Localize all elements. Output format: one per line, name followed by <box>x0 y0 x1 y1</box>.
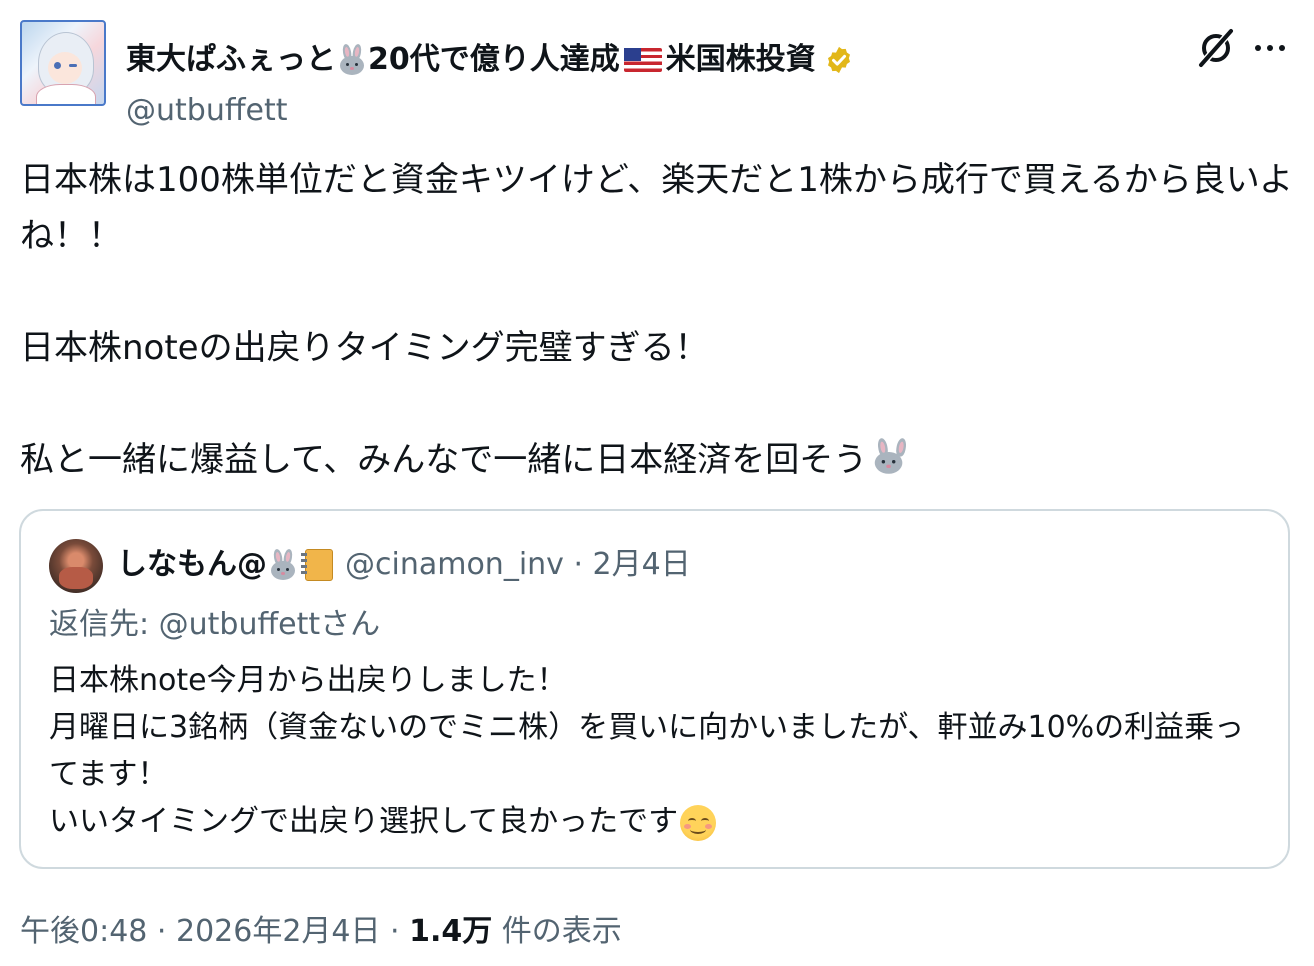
author-handle[interactable]: @utbuffett <box>126 94 287 128</box>
avatar-eye-wink <box>69 64 77 67</box>
author-avatar[interactable] <box>20 20 106 106</box>
author-display-name[interactable]: 東大ぱふぇっと 20代で億り人達成 米国株投資 <box>126 42 854 78</box>
avatar-body <box>36 84 96 104</box>
view-count-label: 件の表示 <box>492 914 622 949</box>
quoted-author-handle-date[interactable]: @cinamon_inv · 2月4日 <box>345 547 691 583</box>
quoted-tweet-header: しなもん@ @cinamon_inv · 2月4日 <box>117 547 691 583</box>
tweet-line-2: 日本株noteの出戻りタイミング完璧すぎる！ <box>20 328 709 368</box>
tweet-line-3-wrap: 私と一緒に爆益して、みんなで一緒に日本経済を回そう <box>20 432 1295 488</box>
author-name-part3: 米国株投資 <box>665 42 816 77</box>
quoted-tweet-body: 日本株note今月から出戻りしました！ 月曜日に3銘柄（資金ないのでミニ株）を買… <box>49 663 1245 839</box>
view-count[interactable]: 1.4万 <box>409 914 492 949</box>
rabbit-icon <box>336 43 368 76</box>
avatar-face <box>48 52 82 84</box>
verified-badge-icon[interactable] <box>824 45 854 75</box>
tweet-header: 東大ぱふぇっと 20代で億り人達成 米国株投資 @utbuffett <box>20 20 1294 128</box>
avatar-eye <box>54 62 61 69</box>
rabbit-icon <box>267 548 299 581</box>
quoted-author-name[interactable]: しなもん@ <box>117 547 267 583</box>
rabbit-icon <box>870 437 914 482</box>
us-flag-icon <box>623 48 662 72</box>
notebook-icon <box>301 549 333 581</box>
quoted-tweet-text: 日本株note今月から出戻りしました！ 月曜日に3銘柄（資金ないのでミニ株）を買… <box>49 657 1264 845</box>
author-name-part2: 20代で億り人達成 <box>368 42 620 77</box>
tweet-line-1: 日本株は100株単位だと資金キツイけど、楽天だと1株から成行で買えるから良いよね… <box>20 160 1294 256</box>
quoted-author-avatar[interactable] <box>49 539 103 593</box>
tweet-timestamp[interactable]: 午後0:48 · 2026年2月4日 · <box>20 914 409 949</box>
author-name-part1: 東大ぱふぇっと <box>126 42 336 77</box>
quoted-tweet[interactable]: しなもん@ @cinamon_inv · 2月4日 返信先: @utbuffet… <box>19 509 1290 869</box>
grok-icon[interactable] <box>1194 26 1238 70</box>
quoted-reply-to: 返信先: @utbuffettさん <box>49 607 381 642</box>
more-options-icon[interactable] <box>1250 30 1290 66</box>
tweet-line-3: 私と一緒に爆益して、みんなで一緒に日本経済を回そう <box>20 440 868 480</box>
tweet-meta: 午後0:48 · 2026年2月4日 · 1.4万 件の表示 <box>20 912 622 952</box>
smiling-face-icon <box>680 804 717 841</box>
tweet-body: 日本株は100株単位だと資金キツイけど、楽天だと1株から成行で買えるから良いよね… <box>20 152 1295 488</box>
